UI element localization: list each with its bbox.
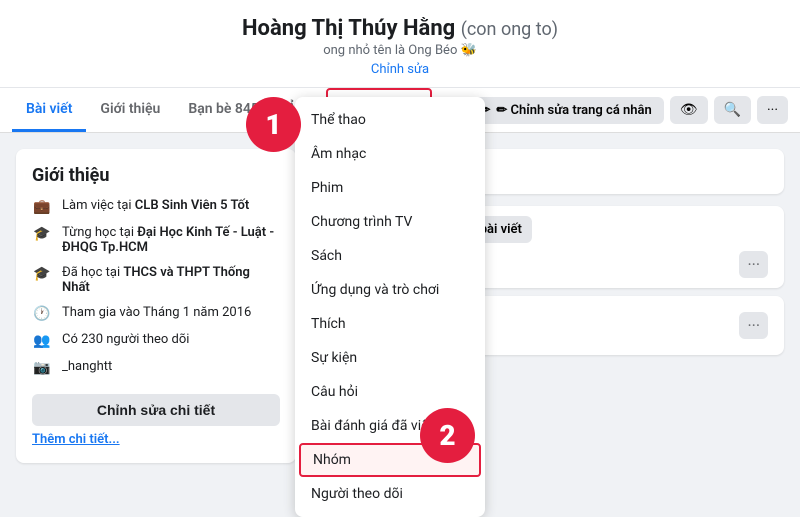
sidebar-work-text: Làm việc tại CLB Sinh Viên 5 Tốt [62, 198, 249, 213]
tab-baivet[interactable]: Bài viết [12, 89, 86, 132]
dropdown-chuongtrinh[interactable]: Chương trình TV [295, 205, 485, 239]
eye-icon: 👁 [680, 102, 698, 118]
work-icon: 💼 [32, 199, 52, 215]
tab-gioithieu[interactable]: Giới thiệu [86, 89, 174, 132]
edit-profile-btn[interactable]: ✏ ✏ Chỉnh sửa trang cá nhân [468, 97, 664, 124]
study1-icon: 🎓 [32, 226, 52, 242]
profile-name: Hoàng Thị Thúy Hằng (con ong to) [0, 16, 800, 41]
badge-number-2: 2 [420, 408, 475, 463]
badge-number-1: 1 [246, 97, 301, 152]
sidebar-item-study1: 🎓 Từng học tại Đại Học Kinh Tế - Luật - … [32, 225, 280, 255]
sidebar-card: Giới thiệu 💼 Làm việc tại CLB Sinh Viên … [16, 149, 296, 463]
sidebar-item-joindate: 🕐 Tham gia vào Tháng 1 năm 2016 [32, 305, 280, 322]
sidebar-item-instagram: 📷 _hanghtt [32, 359, 280, 376]
more-detail-link[interactable]: Thêm chi tiết... [32, 432, 280, 447]
nickname-text: (con ong to) [461, 19, 558, 40]
followers-icon: 👥 [32, 333, 52, 349]
sidebar-study1-text: Từng học tại Đại Học Kinh Tế - Luật - ĐH… [62, 225, 280, 255]
sidebar: Giới thiệu 💼 Làm việc tại CLB Sinh Viên … [16, 149, 296, 471]
more-icon: ··· [767, 102, 778, 118]
sidebar-instagram-text: _hanghtt [62, 359, 112, 374]
work-link[interactable]: CLB Sinh Viên 5 Tốt [135, 198, 249, 213]
more-btn[interactable]: ··· [757, 96, 788, 124]
dropdown-thich[interactable]: Thích [295, 307, 485, 341]
sidebar-item-work: 💼 Làm việc tại CLB Sinh Viên 5 Tốt [32, 198, 280, 215]
edit-detail-button[interactable]: Chỉnh sửa chi tiết [32, 394, 280, 426]
dropdown-sach[interactable]: Sách [295, 239, 485, 273]
dropdown-phim[interactable]: Phim [295, 171, 485, 205]
dots-icon: ··· [747, 255, 760, 274]
nav-actions: ✏ ✏ Chỉnh sửa trang cá nhân 👁 🔍 ··· [468, 96, 788, 124]
study1-link[interactable]: Đại Học Kinh Tế - Luật - ĐHQG Tp.HCM [62, 225, 274, 255]
post-dots-icon: ··· [747, 316, 760, 335]
dropdown-ungdung[interactable]: Ứng dụng và trò chơi [295, 273, 485, 307]
edit-profile-btn-label: ✏ Chỉnh sửa trang cá nhân [496, 103, 651, 118]
eye-btn[interactable]: 👁 [670, 96, 708, 124]
search-btn[interactable]: 🔍 [714, 96, 751, 124]
sidebar-followers-text: Có 230 người theo dõi [62, 332, 189, 347]
edit-profile-link[interactable]: Chỉnh sửa [371, 62, 429, 77]
dropdown-thethao[interactable]: Thể thao [295, 103, 485, 137]
post-more-btn[interactable]: ··· [739, 312, 768, 339]
dropdown-cauhoi[interactable]: Câu hỏi [295, 375, 485, 409]
instagram-icon: 📷 [32, 360, 52, 376]
tab-baivet-label: Bài viết [26, 101, 72, 117]
dropdown-amnhac[interactable]: Âm nhạc [295, 137, 485, 171]
sidebar-item-followers: 👥 Có 230 người theo dõi [32, 332, 280, 349]
search-icon: 🔍 [724, 102, 741, 118]
dropdown-sukien[interactable]: Sự kiện [295, 341, 485, 375]
dropdown-nguoitheodoi[interactable]: Người theo dõi [295, 477, 485, 511]
profile-sub: ong nhỏ tên là Ong Béo 🐝 [0, 43, 800, 58]
sidebar-joindate-text: Tham gia vào Tháng 1 năm 2016 [62, 305, 251, 320]
right-more-btn[interactable]: ··· [739, 251, 768, 278]
sub-text: ong nhỏ tên là Ong Béo 🐝 [323, 43, 477, 58]
study2-link[interactable]: THCS và THPT Thống Nhất [62, 265, 250, 295]
study2-icon: 🎓 [32, 266, 52, 282]
name-text: Hoàng Thị Thúy Hằng [242, 16, 455, 41]
clock-icon: 🕐 [32, 306, 52, 322]
sidebar-item-study2: 🎓 Đã học tại THCS và THPT Thống Nhất [32, 265, 280, 295]
tab-gioithieu-label: Giới thiệu [100, 101, 160, 117]
sidebar-title: Giới thiệu [32, 165, 280, 186]
sidebar-study2-text: Đã học tại THCS và THPT Thống Nhất [62, 265, 280, 295]
